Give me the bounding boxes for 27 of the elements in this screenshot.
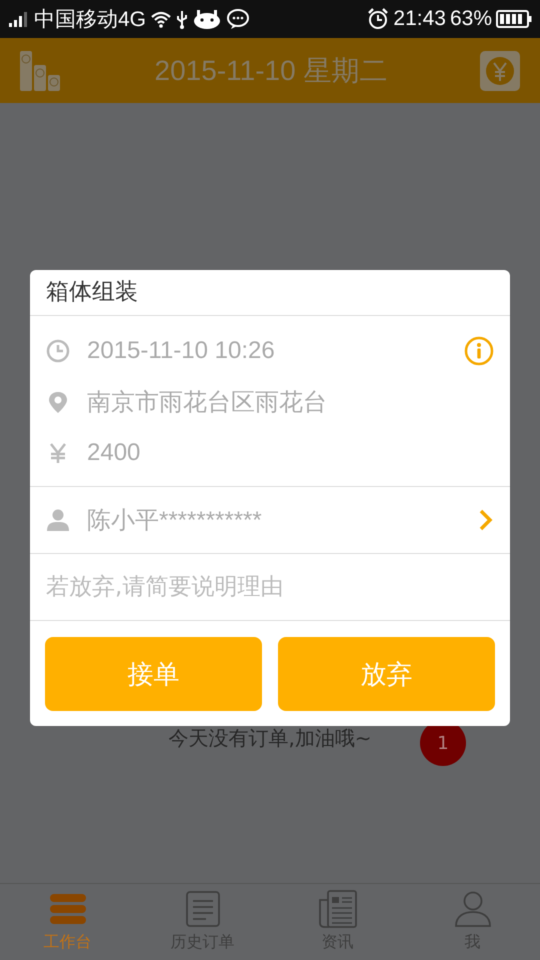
carrier-name: 中国移动4G [34,7,146,33]
contact-name: 陈小平*********** [87,506,262,536]
accept-button[interactable]: 接单 [45,637,262,711]
detail-text: 2015-11-10 10:26 [87,336,275,364]
info-icon[interactable] [464,336,494,366]
chat-icon [226,8,250,30]
reject-button[interactable]: 放弃 [278,637,495,711]
tab-item[interactable]: 工作台 [0,884,135,960]
empty-message: 今天没有订单,加油哦~ [168,725,372,752]
yen-coin-icon[interactable] [480,50,520,90]
alarm-clock-icon [367,8,390,30]
clock-icon [46,338,72,362]
dialog-title: 箱体组装 [30,270,510,316]
person-icon [46,508,72,532]
newspaper-icon [316,890,358,928]
battery-icon [496,10,532,28]
detail-text: 南京市雨花台区雨花台 [87,388,327,418]
wifi-icon [150,10,172,28]
signal-icon [8,11,30,27]
usb-icon [176,9,188,29]
detail-text: 2400 [87,438,140,466]
header-title: 2015-11-10 星期二 [154,54,388,88]
robot-icon [192,9,222,29]
battery-percent: 63% [450,7,492,31]
chevron-right-icon [478,508,494,532]
clock-time: 21:43 [393,7,446,31]
coin-stack-icon[interactable] [18,50,62,90]
